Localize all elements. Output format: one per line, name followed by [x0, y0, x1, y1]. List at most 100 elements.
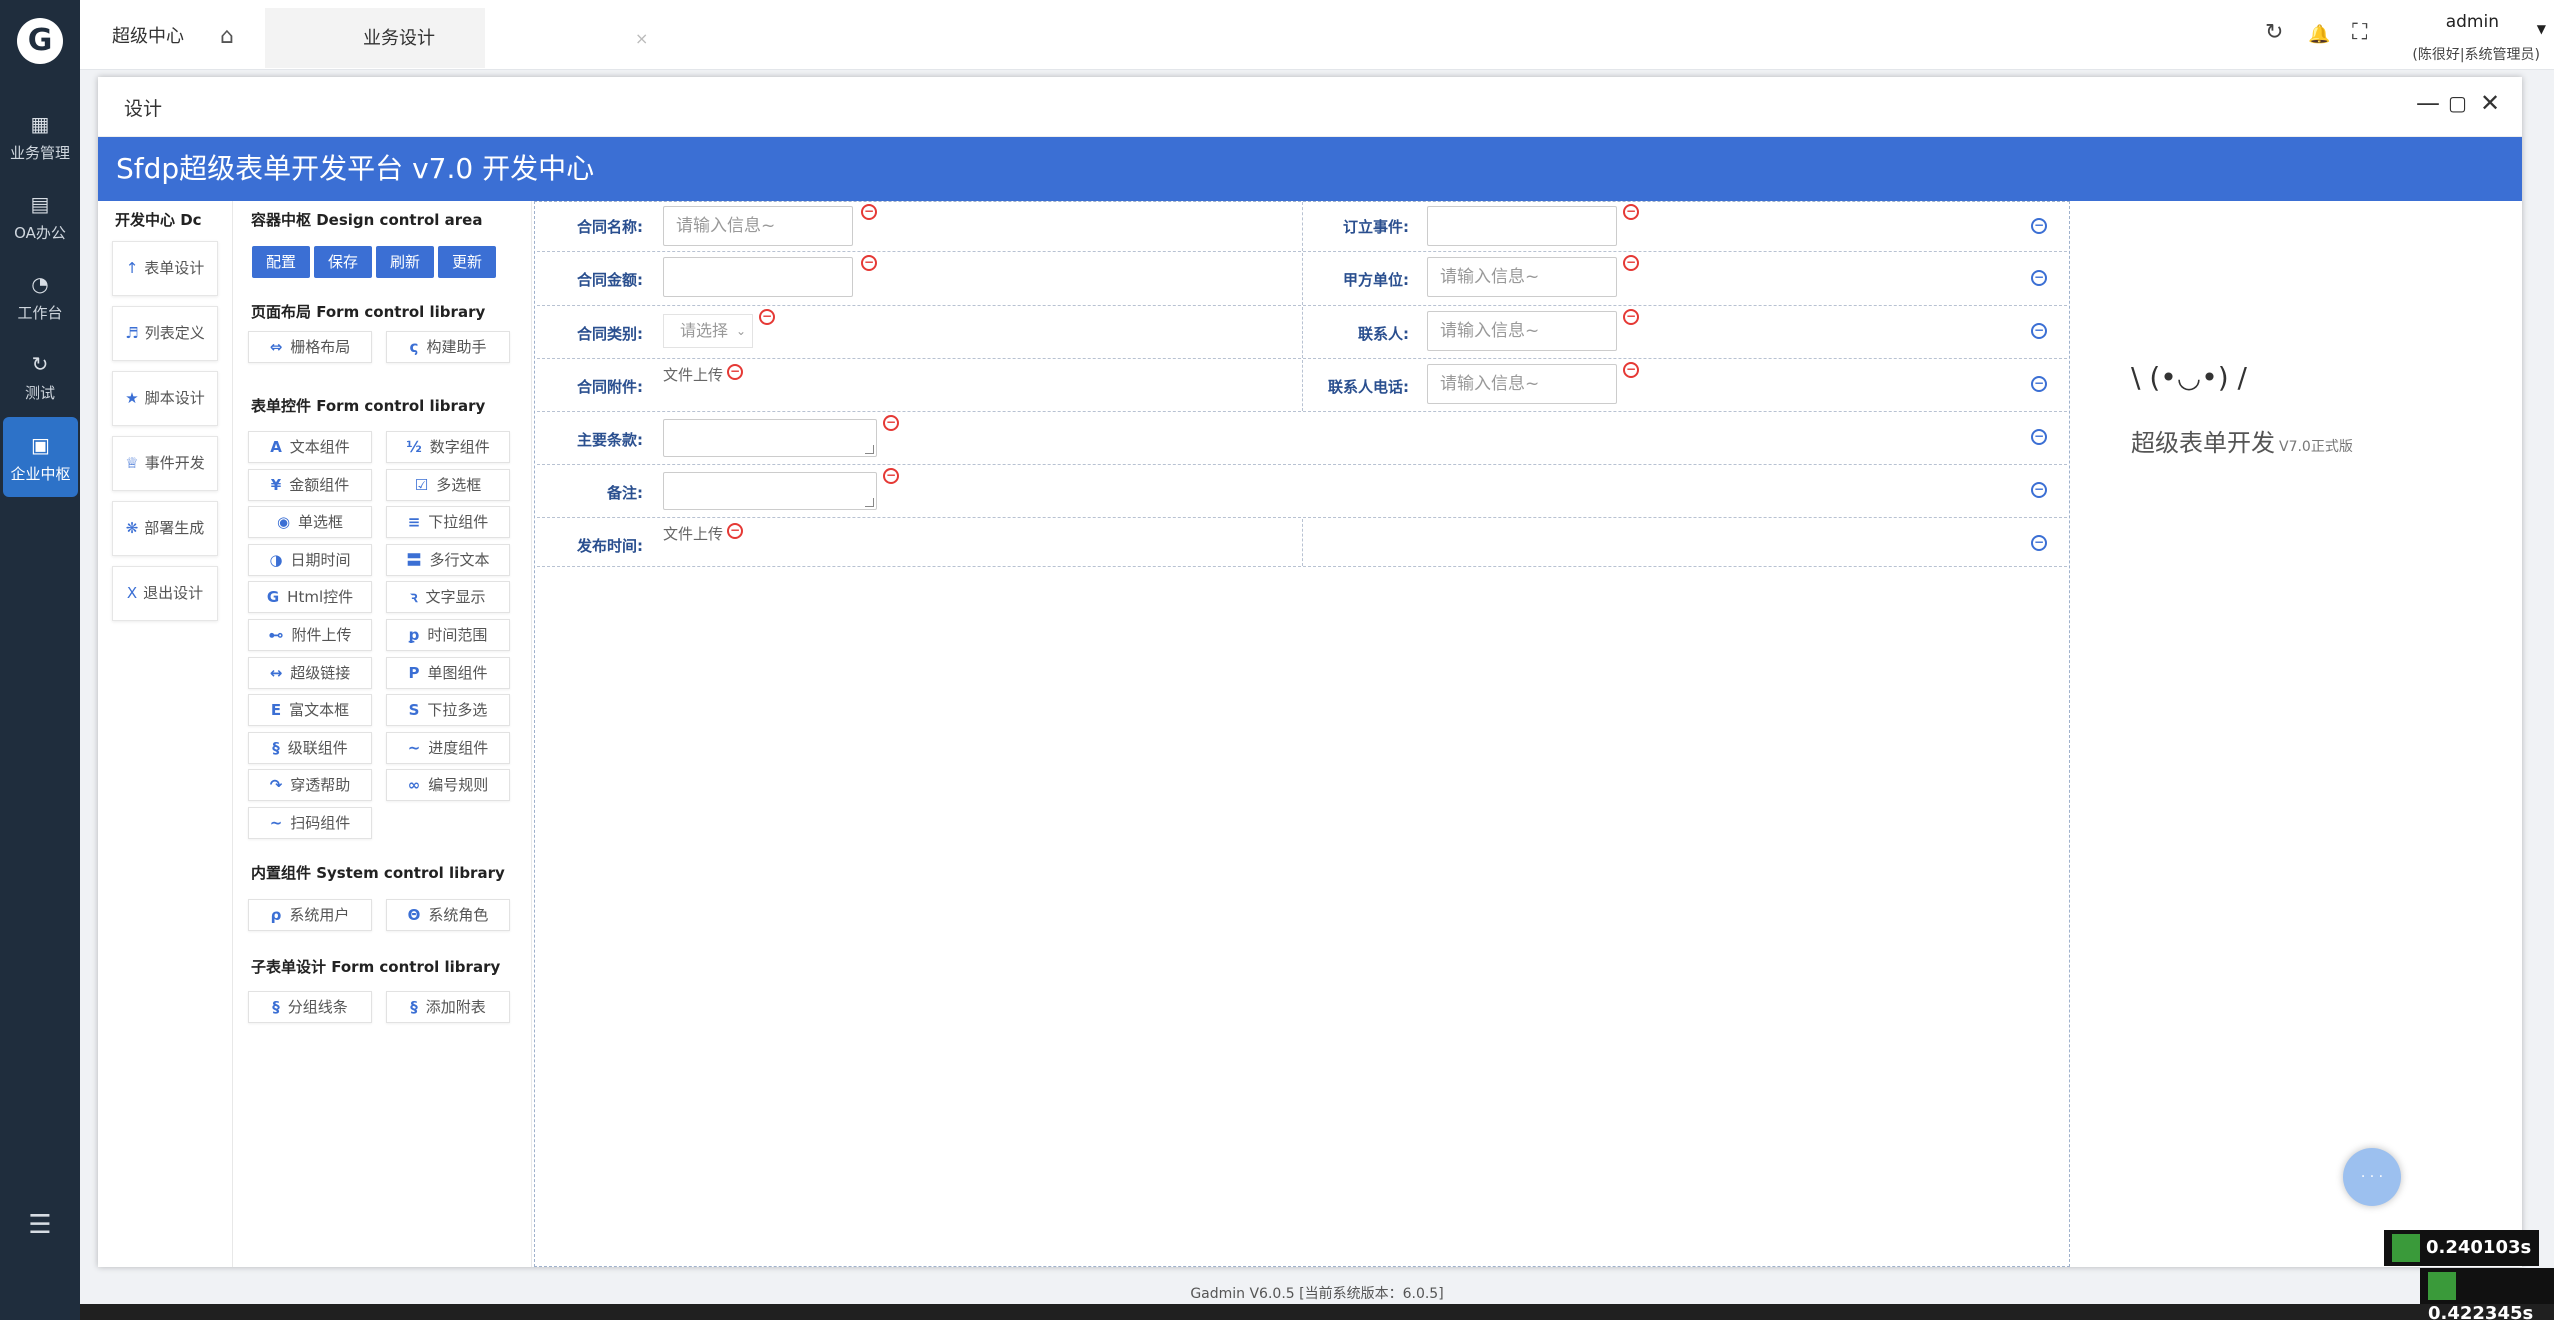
contract-type-select[interactable]: 请选择 ⌄ — [663, 314, 753, 348]
script-design-button[interactable]: ★ 脚本设计 — [112, 371, 218, 426]
control-item[interactable]: ↔ 超级链接 — [248, 656, 372, 689]
nav-item-test[interactable]: ↻ 测试 — [0, 336, 80, 416]
nav-item-oa[interactable]: ▤ OA办公 — [0, 176, 80, 256]
remove-field-icon[interactable]: − — [759, 309, 775, 325]
chevron-down-icon[interactable]: ▼ — [2537, 22, 2546, 36]
contract-amount-input[interactable] — [663, 257, 853, 297]
maximize-icon[interactable]: ▢ — [2448, 91, 2467, 115]
tab-super-center[interactable]: 超级中心 — [112, 6, 184, 68]
top-bar: 超级中心 ⌂ 业务设计 × ↻ 🔔 ⛶ admin ▼ (陈很好|系统管理员) — [80, 0, 2554, 70]
contact-input[interactable]: 请输入信息~ — [1427, 311, 1617, 351]
remove-field-icon[interactable]: − — [727, 364, 743, 380]
apps-icon: ▣ — [31, 433, 50, 457]
remove-row-icon[interactable]: − — [2031, 376, 2047, 392]
control-item[interactable]: S 下拉多选 — [386, 694, 510, 727]
control-item[interactable]: ◑ 日期时间 — [248, 543, 372, 576]
control-item[interactable]: ∞ 编号规则 — [386, 769, 510, 802]
nav-item-business[interactable]: ▦ 业务管理 — [0, 96, 80, 176]
section-title: 表单控件 Form control library — [251, 397, 486, 415]
remove-row-icon[interactable]: − — [2031, 535, 2047, 551]
list-definition-button[interactable]: ♬ 列表定义 — [112, 306, 218, 361]
remark-textarea[interactable] — [663, 472, 877, 510]
control-icon: ∞ — [407, 776, 421, 795]
brand-version: V7.0正式版 — [2279, 439, 2353, 455]
field-label: 合同类别: — [577, 325, 643, 343]
form-design-button[interactable]: ↑ 表单设计 — [112, 241, 218, 296]
remove-field-icon[interactable]: − — [727, 523, 743, 539]
control-item[interactable]: P 单图组件 — [386, 656, 510, 689]
contract-name-input[interactable]: 请输入信息~ — [663, 206, 853, 246]
kaomoji-text: \ (•◡•) / — [2131, 361, 2247, 394]
remove-field-icon[interactable]: − — [1623, 255, 1639, 271]
control-add-subtable[interactable]: § 添加附表 — [386, 991, 510, 1023]
floating-action-button[interactable]: · · · — [2343, 1148, 2401, 1206]
remove-field-icon[interactable]: − — [1623, 362, 1639, 378]
event-dev-button[interactable]: ♕ 事件开发 — [112, 436, 218, 491]
control-grid-layout[interactable]: ⇔ 栅格布局 — [248, 331, 372, 363]
user-name[interactable]: admin — [2446, 12, 2499, 32]
control-item[interactable]: ~ 扫码组件 — [248, 807, 372, 839]
remove-row-icon[interactable]: − — [2031, 270, 2047, 286]
party-a-input[interactable]: 请输入信息~ — [1427, 257, 1617, 297]
control-item[interactable]: A 文本组件 — [248, 431, 372, 463]
control-item[interactable]: G Html控件 — [248, 581, 372, 614]
remove-row-icon[interactable]: − — [2031, 429, 2047, 445]
minimize-icon[interactable]: — — [2416, 89, 2440, 117]
app-logo[interactable]: G — [17, 18, 63, 64]
refresh-icon[interactable]: ↻ — [2265, 20, 2283, 45]
fullscreen-icon[interactable]: ⛶ — [2352, 20, 2367, 45]
control-item[interactable]: ꝛ 文字显示 — [386, 581, 510, 614]
timer-value: 0.422345s — [2428, 1303, 2534, 1320]
config-button[interactable]: 配置 — [252, 246, 310, 278]
control-item[interactable]: ☑ 多选框 — [386, 468, 510, 501]
control-system-user[interactable]: ρ 系统用户 — [248, 899, 372, 931]
control-item[interactable]: ½ 数字组件 — [386, 431, 510, 463]
control-label: 文字显示 — [425, 588, 486, 607]
remove-field-icon[interactable]: − — [1623, 309, 1639, 325]
close-icon[interactable]: × — [635, 8, 648, 70]
nav-item-enterprise[interactable]: ▣ 企业中枢 — [3, 417, 78, 497]
control-item[interactable]: ≡ 下拉组件 — [386, 506, 510, 539]
contact-phone-input[interactable]: 请输入信息~ — [1427, 364, 1617, 404]
control-item[interactable]: ~ 进度组件 — [386, 731, 510, 764]
remove-field-icon[interactable]: − — [883, 415, 899, 431]
remove-field-icon[interactable]: − — [1623, 204, 1639, 220]
control-item[interactable]: 〓多行文本 — [386, 543, 510, 576]
remove-row-icon[interactable]: − — [2031, 218, 2047, 234]
control-label: 金额组件 — [289, 475, 350, 494]
sign-event-input[interactable] — [1427, 206, 1617, 246]
control-label: 分组线条 — [287, 998, 348, 1016]
remove-row-icon[interactable]: − — [2031, 482, 2047, 498]
deploy-button[interactable]: ❋ 部署生成 — [112, 501, 218, 556]
control-item[interactable]: E 富文本框 — [248, 694, 372, 727]
upload-link[interactable]: 文件上传 — [663, 364, 723, 385]
control-item[interactable]: § 级联组件 — [248, 731, 372, 764]
form-cell: 合同金额: − — [537, 253, 1303, 305]
save-button[interactable]: 保存 — [314, 246, 372, 278]
control-item[interactable]: ¥ 金额组件 — [248, 468, 372, 501]
control-item[interactable]: ↷ 穿透帮助 — [248, 769, 372, 802]
exit-design-button[interactable]: X 退出设计 — [112, 566, 218, 621]
button-label: 事件开发 — [144, 454, 205, 472]
update-button[interactable]: 更新 — [438, 246, 496, 278]
upload-link[interactable]: 文件上传 — [663, 523, 723, 544]
remove-field-icon[interactable]: − — [861, 255, 877, 271]
menu-collapse-icon[interactable]: ☰ — [0, 1210, 80, 1240]
home-icon[interactable]: ⌂ — [220, 6, 234, 68]
close-icon[interactable]: ✕ — [2480, 89, 2500, 117]
control-group-line[interactable]: § 分组线条 — [248, 991, 372, 1023]
remove-row-icon[interactable]: − — [2031, 323, 2047, 339]
section-icon: § — [272, 998, 280, 1016]
control-system-role[interactable]: Θ 系统角色 — [386, 899, 510, 931]
control-item[interactable]: ◉ 单选框 — [248, 506, 372, 539]
remove-field-icon[interactable]: − — [861, 204, 877, 220]
remove-field-icon[interactable]: − — [883, 468, 899, 484]
bell-icon[interactable]: 🔔 — [2308, 24, 2330, 45]
control-build-helper[interactable]: ς 构建助手 — [386, 331, 510, 363]
control-item[interactable]: ꝑ 时间范围 — [386, 619, 510, 651]
tab-business-design[interactable]: 业务设计 × — [265, 6, 648, 68]
nav-item-workbench[interactable]: ◔ 工作台 — [0, 256, 80, 336]
refresh-button[interactable]: 刷新 — [376, 246, 434, 278]
control-item[interactable]: ⊷ 附件上传 — [248, 619, 372, 651]
main-terms-textarea[interactable] — [663, 419, 877, 457]
